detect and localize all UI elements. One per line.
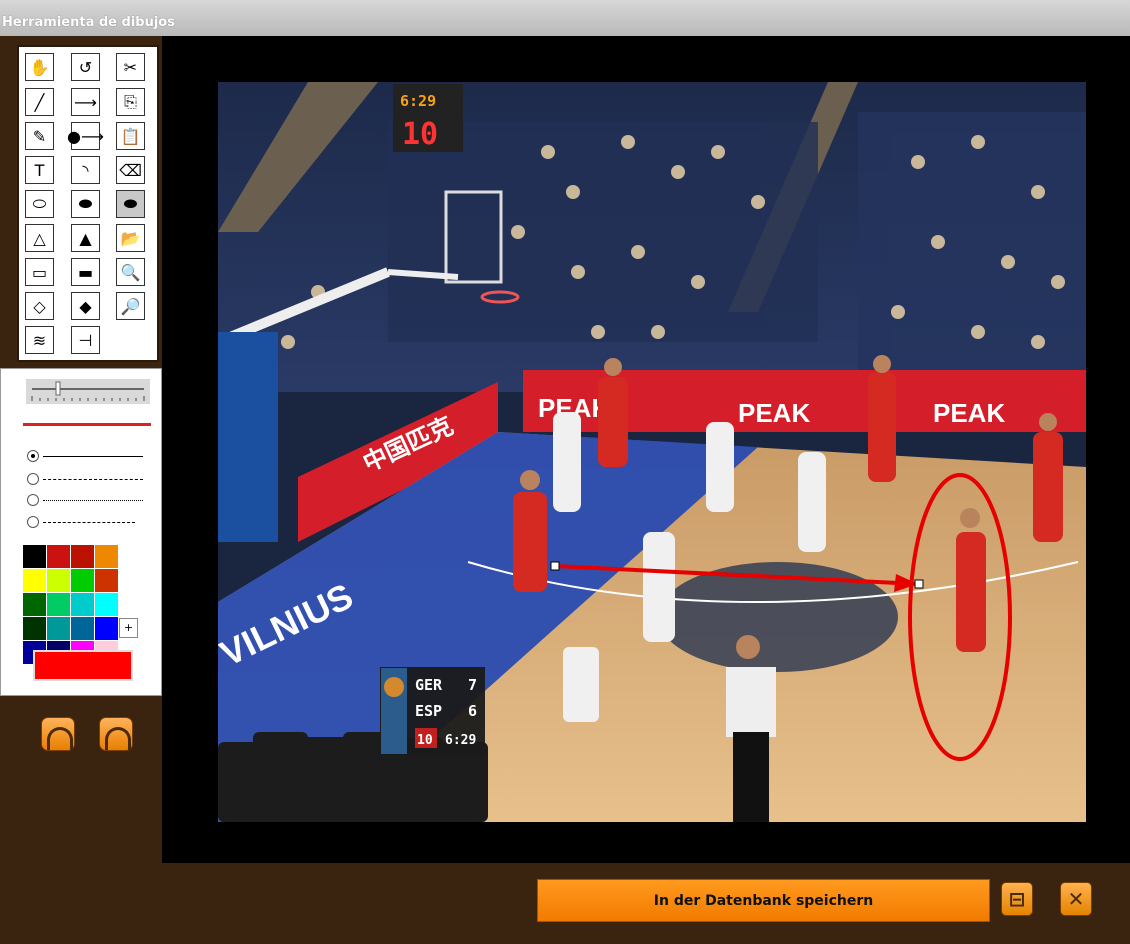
add-color-button[interactable]: + [119, 618, 138, 638]
hand-tool[interactable]: ✋ [25, 53, 54, 81]
copy-tool[interactable]: ⎘ [116, 88, 145, 116]
team1-label: GER [415, 676, 443, 694]
line-style-dashed[interactable] [27, 473, 151, 487]
basketball-scene: 6:29 10 PEAK PEAK PEAK 中国匹克 VILNIUS GER … [218, 82, 1086, 822]
paste-tool[interactable]: 📋 [116, 122, 145, 150]
palette-swatch[interactable] [47, 617, 70, 640]
team2-label: ESP [415, 702, 442, 720]
eraser-tool[interactable]: ⌫ [116, 156, 145, 184]
dashed-line-sample [43, 479, 143, 480]
ad-peak-text-3: PEAK [933, 398, 1005, 428]
prev-frame-button[interactable] [41, 717, 75, 751]
radio-icon[interactable] [27, 473, 39, 485]
solid-line-sample [43, 456, 143, 457]
rect-outline-tool[interactable]: ▭ [25, 258, 54, 286]
rect-filled-tool[interactable]: ▬ [71, 258, 100, 286]
arrow-start-handle[interactable] [550, 561, 560, 571]
ellipse-outline-tool[interactable]: ⬭ [25, 190, 54, 218]
pencil-tool[interactable]: ✎ [25, 122, 54, 150]
line-width-slider[interactable] [26, 378, 150, 404]
ellipse-selected-tool[interactable]: ⬬ [116, 190, 145, 218]
open-folder-tool[interactable]: 📂 [116, 224, 145, 252]
zigzag-tool[interactable]: ≋ [25, 326, 54, 354]
slider-ticks-icon [31, 381, 145, 401]
palette-swatch[interactable] [95, 569, 118, 592]
close-icon[interactable]: ✕ [1060, 882, 1092, 916]
palette-swatch[interactable] [47, 569, 70, 592]
triangle-outline-tool[interactable]: △ [25, 224, 54, 252]
arrow-end-handle[interactable] [914, 579, 924, 589]
line-style-solid[interactable] [27, 450, 151, 464]
diamond-filled-tool[interactable]: ◆ [71, 292, 100, 320]
window-title: Herramienta de dibujos [2, 15, 175, 30]
current-color-swatch[interactable] [33, 650, 133, 681]
palette-swatch[interactable] [71, 569, 94, 592]
cut-tool[interactable]: ✂ [116, 53, 145, 81]
game-period: 10 [417, 733, 433, 748]
palette-swatch[interactable] [71, 617, 94, 640]
line-style-dashdot[interactable] [27, 516, 151, 530]
text-tool[interactable]: T [25, 156, 54, 184]
ellipse-filled-tool[interactable]: ⬬ [71, 190, 100, 218]
palette-swatch[interactable] [23, 617, 46, 640]
line-preview [23, 423, 151, 426]
video-frame[interactable]: 6:29 10 PEAK PEAK PEAK 中国匹克 VILNIUS GER … [218, 82, 1086, 822]
palette-swatch[interactable] [95, 617, 118, 640]
arrow-tool[interactable]: ⟶ [71, 88, 100, 116]
team1-score: 7 [468, 676, 477, 694]
ad-peak-text-2: PEAK [738, 398, 810, 428]
triangle-filled-tool[interactable]: ▲ [71, 224, 100, 252]
palette-swatch[interactable] [95, 593, 118, 616]
palette-swatch[interactable] [47, 545, 70, 568]
team2-score: 6 [468, 702, 477, 720]
next-frame-button[interactable] [99, 717, 133, 751]
screen-tool[interactable]: ⊣ [71, 326, 100, 354]
palette-swatch[interactable] [47, 593, 70, 616]
tool-palette: ✋ ↺ ✂ ╱ ⟶ ⎘ ✎ ●⟶ 📋 T ◝ ⌫ ⬭ ⬬ ⬬ △ ▲ 📂 ▭ ▬ 🔍 ◇ ◆ 🔎 ≋ ⊣ [17, 45, 159, 362]
title-bar: Herramienta de dibujos [0, 0, 1130, 37]
dashdot-line-sample [43, 522, 135, 523]
diamond-outline-tool[interactable]: ◇ [25, 292, 54, 320]
shot-clock-time: 6:29 [400, 92, 436, 110]
zoom-in-tool[interactable]: 🔍 [116, 258, 145, 286]
shot-clock-seconds: 10 [402, 117, 438, 152]
radio-icon[interactable] [27, 516, 39, 528]
save-disk-icon[interactable]: ⊟ [1001, 882, 1033, 916]
palette-swatch[interactable] [23, 593, 46, 616]
radio-icon[interactable] [27, 494, 39, 506]
dot-arrow-tool[interactable]: ●⟶ [67, 122, 104, 150]
undo-tool[interactable]: ↺ [71, 53, 100, 81]
palette-swatch[interactable] [23, 545, 46, 568]
zoom-out-tool[interactable]: 🔎 [116, 292, 145, 320]
radio-icon[interactable] [27, 450, 39, 462]
dotted-line-sample [43, 500, 143, 501]
line-style-dotted[interactable] [27, 494, 151, 508]
line-tool[interactable]: ╱ [25, 88, 54, 116]
palette-swatch[interactable] [23, 569, 46, 592]
curve-tool[interactable]: ◝ [71, 156, 100, 184]
game-clock: 6:29 [445, 733, 476, 748]
save-to-database-button[interactable]: In der Datenbank speichern [537, 879, 990, 922]
palette-swatch[interactable] [71, 545, 94, 568]
palette-swatch[interactable] [95, 545, 118, 568]
palette-swatch[interactable] [71, 593, 94, 616]
